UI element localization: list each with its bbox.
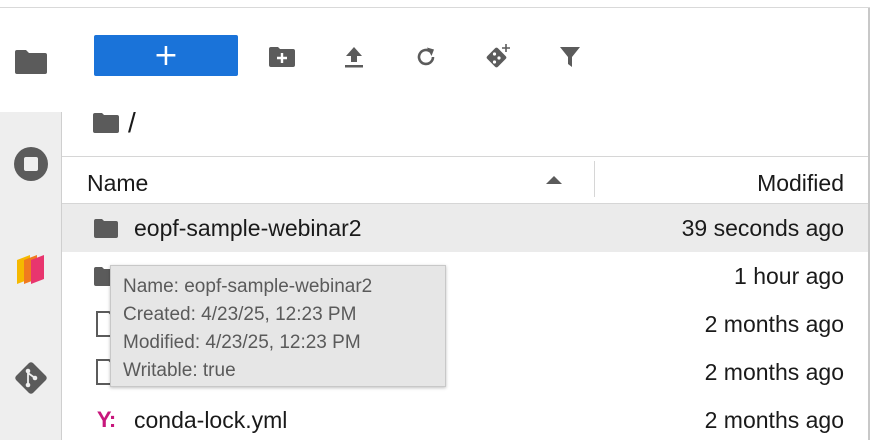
git-tab[interactable] [0, 358, 62, 398]
folder-icon [92, 216, 120, 240]
yaml-file-icon: Y: [92, 407, 120, 432]
breadcrumb-home[interactable] [92, 112, 120, 134]
top-border [0, 0, 870, 8]
list-item-name: conda-lock.yml [134, 407, 288, 433]
upload-button[interactable] [337, 40, 371, 74]
list-item-name: eopf-sample-webinar2 [134, 215, 362, 241]
folder-icon [15, 50, 47, 74]
extension-tab[interactable] [0, 252, 62, 288]
file-info-tooltip: Name: eopf-sample-webinar2 Created: 4/23… [110, 265, 446, 387]
sort-ascending-icon[interactable] [545, 175, 563, 185]
file-browser-tab[interactable] [0, 45, 62, 79]
column-divider[interactable] [594, 161, 595, 197]
upload-icon [345, 47, 363, 68]
git-icon [15, 362, 47, 394]
folder-icon [93, 113, 119, 133]
new-folder-button[interactable] [265, 40, 299, 74]
new-folder-icon [269, 47, 295, 67]
column-header-modified[interactable]: Modified [757, 170, 844, 197]
breadcrumb-path[interactable]: / [128, 109, 136, 137]
listing-header: Name Modified [62, 156, 868, 204]
layers-icon [17, 255, 44, 284]
list-item-modified: 1 hour ago [734, 263, 844, 289]
stop-circle-icon [14, 147, 48, 181]
filter-button[interactable] [553, 40, 587, 74]
list-item-modified: 2 months ago [704, 407, 844, 433]
list-item-modified: 2 months ago [704, 311, 844, 337]
tooltip-modified: Modified: 4/23/25, 12:23 PM [123, 332, 361, 353]
refresh-button[interactable] [409, 40, 443, 74]
breadcrumb: / [92, 108, 136, 138]
running-sessions-tab[interactable] [0, 146, 62, 182]
new-launcher-label: + [153, 37, 179, 73]
tooltip-writable: Writable: true [123, 360, 236, 381]
tooltip-name: Name: eopf-sample-webinar2 [123, 276, 373, 297]
list-item[interactable]: eopf-sample-webinar2 39 seconds ago [62, 204, 868, 252]
yaml-icon-text: Y: [96, 407, 116, 432]
new-launcher-button[interactable]: + [94, 35, 238, 76]
git-clone-button[interactable] [481, 40, 515, 74]
refresh-icon [417, 47, 435, 66]
filter-icon [560, 47, 580, 67]
list-item-modified: 2 months ago [704, 359, 844, 385]
tooltip-created: Created: 4/23/25, 12:23 PM [123, 304, 357, 325]
list-item-modified: 39 seconds ago [681, 215, 844, 241]
git-clone-icon [486, 44, 510, 68]
list-item[interactable]: Y: conda-lock.yml 2 months ago [62, 396, 868, 444]
column-header-name[interactable]: Name [87, 170, 148, 197]
